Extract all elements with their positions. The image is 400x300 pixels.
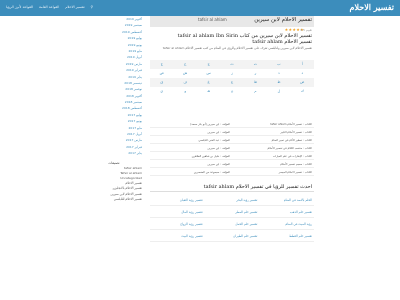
letter-link[interactable]: ح [173,60,196,69]
letter-link[interactable]: ز [220,69,243,78]
main-content: تفسير الاحلام لابن سيرين tafsir al ahlam… [150,16,314,300]
nav-links: ⚲ تفسير الاحلام القواعد العامة القواعد ل… [6,5,93,9]
link-row: الحلم بالاسد في المنام تفسير رؤية البحر تف… [150,194,314,206]
dream-link[interactable]: تفسير حلم الطيران [205,230,260,241]
letter-link[interactable]: م [244,87,267,96]
latest-links: الحلم بالاسد في المنام تفسير رؤية البحر تف… [150,194,314,242]
latest-heading: احدث تفسير للرؤيا في تفسير الاحلام tafsi… [203,184,312,190]
article-subtitle: تفسير الاحلام tafsir ahlam [252,39,312,45]
table-row: الكتاب : الإشارات في علم العبارات المؤلف … [150,152,314,160]
dream-link[interactable]: تفسير رؤية الزواج [150,218,205,229]
letter-row: دذرزسشص [150,69,314,78]
dream-link[interactable]: الحلم بالاسد في المنام [259,194,314,205]
dream-link[interactable]: تفسير حلم الحمل [205,218,260,229]
letter-link[interactable]: س [197,69,220,78]
link-row: رؤية الميت في المنام تفسير حلم الحمل تفسير… [150,218,314,230]
book-cell: الكتاب : معجم تفسير الأحلام [280,162,312,166]
rating-meta: تقييم 4.5 [300,28,312,32]
letter-link[interactable]: ق [150,78,173,87]
site-brand[interactable]: تفسير الاحلام [350,2,394,12]
nav-search-icon[interactable]: ⚲ [91,5,94,9]
dream-link[interactable]: تفسير حلم المطر [205,206,260,217]
letter-link[interactable]: ث [220,60,243,69]
letter-link[interactable]: أ [291,60,314,69]
dream-link[interactable]: تفسير رؤية المال [150,206,205,217]
book-cell: الكتاب : تفسير الاحلام الميسر [278,170,312,174]
article-intro: تفسير الاحلام لابن سيرين ولنابلسي تعرف ع… [162,46,312,50]
letter-row: أبتثجحخ [150,60,314,69]
nav-link-home[interactable]: تفسير الاحلام [65,5,84,9]
category-link[interactable]: تفسير الاحلام للنابلسي [86,197,142,202]
book-cell: المؤلف : ابن سيرين [207,162,230,166]
letter-row: ضطظعغفق [150,78,314,87]
book-cell: المؤلف : ابن سيرين [207,130,230,134]
letter-link[interactable]: د [291,69,314,78]
book-cell: الكتاب : الإشارات في علم العبارات [272,154,312,158]
letter-row: ك ل م ن هـ و ي [150,87,314,96]
letter-link[interactable]: ط [267,78,290,87]
letter-link[interactable]: خ [150,60,173,69]
letter-link[interactable]: ب [267,60,290,69]
table-row: الكتاب : تفسير الاحلام الميسر المؤلف : مج… [150,168,314,176]
letter-link[interactable]: ك [291,87,314,96]
dream-link[interactable]: رؤية الميت في المنام [259,218,314,229]
table-row: الكتاب : منتخب الكلام في تفسير الأحلام ال… [150,144,314,152]
table-row: الكتاب : تفسير الأحلام tafsir ahlam المؤل… [150,120,314,128]
letter-link[interactable]: ر [244,69,267,78]
archive-list: أكتوبر 2019 سبتمبر 2019 أغسطس 2019 يوليو 20… [86,16,142,157]
letter-link[interactable]: ش [173,69,196,78]
dream-link[interactable]: تفسير حلم القطط [259,230,314,241]
letter-link[interactable]: و [173,87,196,96]
letter-link[interactable]: ل [267,87,290,96]
books-table: الكتاب : تفسير الأحلام tafsir ahlam المؤل… [150,120,314,176]
letter-link[interactable]: ظ [244,78,267,87]
letter-link[interactable]: ي [150,87,173,96]
letter-link[interactable]: ت [244,60,267,69]
letter-link[interactable]: ج [197,60,220,69]
book-cell: المؤلف : مجموعة من المفسرين [193,170,230,174]
book-cell: المؤلف : خليل بن شاهين الظاهري [191,154,230,158]
link-row: تفسير حلم القطط تفسير حلم الطيران تفسير رؤ… [150,230,314,242]
dream-link[interactable]: تفسير حلم الذهب [259,206,314,217]
book-cell: الكتاب : تفسير الأحلام الكبير [280,130,312,134]
letter-link[interactable]: ف [173,78,196,87]
page-title-bar: تفسير الاحلام لابن سيرين tafsir al ahlam [150,16,314,27]
table-row: الكتاب : تفسير الأحلام الكبير المؤلف : اب… [150,128,314,136]
letter-link[interactable]: ع [220,78,243,87]
categories-list: tafsir ahlam Tafsir al ahlam Uncategorized… [86,166,142,202]
letter-link[interactable]: ص [150,69,173,78]
nav-link-visions[interactable]: القواعد لأبرز الرؤيا [6,5,33,9]
book-cell: المؤلف : عبد الغني النابلسي [198,138,230,142]
dream-link[interactable]: تفسير رؤية البحر [205,194,260,205]
book-cell: الكتاب : منتخب الكلام في تفسير الأحلام [267,146,312,150]
table-row: الكتاب : معجم تفسير الأحلام المؤلف : ابن … [150,160,314,168]
section-divider [150,191,314,192]
letter-link[interactable]: ض [291,78,314,87]
letter-link[interactable]: هـ [197,87,220,96]
table-row: الكتاب : تعطير الأنام في تعبير المنام الم… [150,136,314,144]
page-title: تفسير الاحلام لابن سيرين [254,17,312,23]
letter-link[interactable]: غ [197,78,220,87]
book-cell: الكتاب : تفسير الأحلام tafsir ahlam [270,122,312,126]
dream-link[interactable]: تفسير رؤية الثعبان [150,194,205,205]
letter-index: أ ب ت ث ج ح خ د ذ ر ز س ش ص ض ط ظ ع غ ف ق ك ل م ن هـ و ي [150,60,314,96]
page-title-en: tafsir al ahlam [198,17,227,22]
book-cell: الكتاب : تعطير الأنام في تعبير المنام [271,138,312,142]
link-row: تفسير حلم الذهب تفسير حلم المطر تفسير رؤية… [150,206,314,218]
nav-link-rules[interactable]: القواعد العامة [39,5,59,9]
book-cell: المؤلف : ابن سيرين [207,146,230,150]
top-navbar: تفسير الاحلام ⚲ تفسير الاحلام القواعد ال… [0,0,400,16]
letter-link[interactable]: ذ [267,69,290,78]
archive-link[interactable]: يناير 2017 [86,150,142,156]
dream-link[interactable]: تفسير رؤية البيت [150,230,205,241]
book-cell: المؤلف : ابن سيرين (أبو بكر محمد) [190,122,230,126]
letter-link[interactable]: ن [220,87,243,96]
sidebar: أكتوبر 2019 سبتمبر 2019 أغسطس 2019 يوليو 20… [86,16,142,202]
